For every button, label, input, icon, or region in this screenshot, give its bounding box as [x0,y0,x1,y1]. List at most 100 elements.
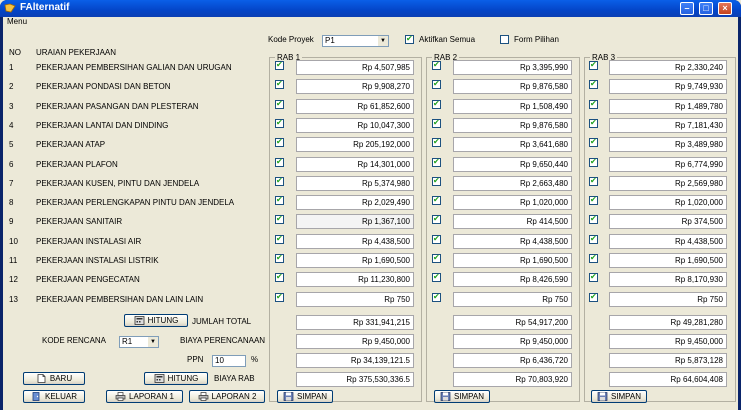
rab-1-item-value[interactable]: Rp 9,908,270 [296,79,414,94]
rab-2-item-checkbox[interactable] [432,60,441,70]
maximize-button[interactable]: □ [699,2,713,15]
rab-2-item-checkbox[interactable] [432,292,441,302]
rab-2-item-value[interactable]: Rp 1,020,000 [453,195,572,210]
kode-rencana-dropdown[interactable]: R1 ▼ [119,336,159,348]
rab-2-item-value[interactable]: Rp 9,876,580 [453,118,572,133]
form-pilihan-checkbox[interactable] [500,35,509,44]
rab-1-ppn-field[interactable]: Rp 34,139,121.5 [296,353,414,368]
rab-3-item-checkbox[interactable] [589,234,598,244]
rab-2-simpan-button[interactable]: SIMPAN [434,390,490,403]
rab-1-item-checkbox[interactable] [275,137,284,147]
rab-1-item-checkbox[interactable] [275,157,284,167]
menu-item-menu[interactable]: Menu [7,17,27,26]
rab-3-item-checkbox[interactable] [589,272,598,282]
rab-3-item-value[interactable]: Rp 2,569,980 [609,176,727,191]
rab-2-item-checkbox[interactable] [432,253,441,263]
rab-2-item-value[interactable]: Rp 1,690,500 [453,253,572,268]
rab-2-item-value[interactable]: Rp 9,876,580 [453,79,572,94]
rab-3-item-checkbox[interactable] [589,60,598,70]
rab-3-item-value[interactable]: Rp 7,181,430 [609,118,727,133]
rab-3-item-value[interactable]: Rp 3,489,980 [609,137,727,152]
rab-3-item-checkbox[interactable] [589,176,598,186]
rab-2-item-checkbox[interactable] [432,176,441,186]
keluar-button[interactable]: KELUAR [23,390,85,403]
rab-1-item-value[interactable]: Rp 4,507,985 [296,60,414,75]
rab-1-item-checkbox[interactable] [275,60,284,70]
rab-1-item-checkbox[interactable] [275,234,284,244]
rab-3-item-checkbox[interactable] [589,79,598,89]
rab-1-item-value[interactable]: Rp 4,438,500 [296,234,414,249]
rab-1-item-value[interactable]: Rp 750 [296,292,414,307]
rab-1-biaya-rab-field[interactable]: Rp 375,530,336.5 [296,372,414,387]
rab-3-item-value[interactable]: Rp 8,170,930 [609,272,727,287]
rab-1-simpan-button[interactable]: SIMPAN [277,390,333,403]
aktifkan-semua-checkbox[interactable] [405,34,414,44]
rab-2-item-value[interactable]: Rp 4,438,500 [453,234,572,249]
rab-1-item-checkbox[interactable] [275,214,284,224]
rab-1-item-value[interactable]: Rp 10,047,300 [296,118,414,133]
rab-2-biaya-perencanaan-field[interactable]: Rp 9,450,000 [453,334,572,349]
rab-2-item-value[interactable]: Rp 3,641,680 [453,137,572,152]
rab-2-item-checkbox[interactable] [432,79,441,89]
rab-1-item-value[interactable]: Rp 1,367,100 [296,214,414,229]
rab-1-item-checkbox[interactable] [275,99,284,109]
rab-3-item-value[interactable]: Rp 1,020,000 [609,195,727,210]
rab-2-item-value[interactable]: Rp 1,508,490 [453,99,572,114]
rab-3-item-value[interactable]: Rp 750 [609,292,727,307]
rab-1-biaya-perencanaan-field[interactable]: Rp 9,450,000 [296,334,414,349]
rab-3-item-value[interactable]: Rp 2,330,240 [609,60,727,75]
rab-1-item-value[interactable]: Rp 2,029,490 [296,195,414,210]
rab-3-ppn-field[interactable]: Rp 5,873,128 [609,353,727,368]
rab-3-item-checkbox[interactable] [589,137,598,147]
ppn-input[interactable]: 10 [212,355,246,367]
rab-1-item-checkbox[interactable] [275,253,284,263]
rab-2-item-value[interactable]: Rp 3,395,990 [453,60,572,75]
rab-1-item-value[interactable]: Rp 205,192,000 [296,137,414,152]
rab-2-item-value[interactable]: Rp 2,663,480 [453,176,572,191]
close-button[interactable]: × [718,2,732,15]
rab-3-simpan-button[interactable]: SIMPAN [591,390,647,403]
rab-1-item-checkbox[interactable] [275,79,284,89]
rab-1-item-checkbox[interactable] [275,118,284,128]
rab-1-item-value[interactable]: Rp 11,230,800 [296,272,414,287]
rab-1-item-checkbox[interactable] [275,292,284,302]
minimize-button[interactable]: – [680,2,694,15]
rab-2-item-checkbox[interactable] [432,118,441,128]
rab-2-item-value[interactable]: Rp 750 [453,292,572,307]
rab-1-item-value[interactable]: Rp 14,301,000 [296,157,414,172]
rab-3-item-checkbox[interactable] [589,195,598,205]
rab-1-item-checkbox[interactable] [275,176,284,186]
rab-2-jumlah-total-field[interactable]: Rp 54,917,200 [453,315,572,330]
rab-2-item-value[interactable]: Rp 8,426,590 [453,272,572,287]
laporan-2-button[interactable]: LAPORAN 2 [189,390,265,403]
kode-proyek-dropdown[interactable]: P1 ▼ [322,35,389,47]
rab-2-item-checkbox[interactable] [432,137,441,147]
rab-3-item-checkbox[interactable] [589,292,598,302]
rab-2-item-checkbox[interactable] [432,99,441,109]
hitung-total-button[interactable]: HITUNG [124,314,188,327]
baru-button[interactable]: BARU [23,372,85,385]
rab-3-jumlah-total-field[interactable]: Rp 49,281,280 [609,315,727,330]
rab-3-item-value[interactable]: Rp 4,438,500 [609,234,727,249]
rab-2-item-checkbox[interactable] [432,272,441,282]
rab-1-item-value[interactable]: Rp 1,690,500 [296,253,414,268]
rab-2-item-checkbox[interactable] [432,234,441,244]
rab-2-ppn-field[interactable]: Rp 6,436,720 [453,353,572,368]
rab-1-item-checkbox[interactable] [275,272,284,282]
rab-2-item-checkbox[interactable] [432,214,441,224]
rab-3-biaya-rab-field[interactable]: Rp 64,604,408 [609,372,727,387]
title-bar[interactable]: FAlternatif – □ × [0,0,741,17]
rab-3-item-value[interactable]: Rp 1,690,500 [609,253,727,268]
rab-2-item-value[interactable]: Rp 9,650,440 [453,157,572,172]
rab-3-item-checkbox[interactable] [589,214,598,224]
rab-2-item-value[interactable]: Rp 414,500 [453,214,572,229]
rab-3-item-value[interactable]: Rp 374,500 [609,214,727,229]
rab-3-item-checkbox[interactable] [589,118,598,128]
rab-1-item-checkbox[interactable] [275,195,284,205]
rab-3-item-checkbox[interactable] [589,99,598,109]
rab-3-item-checkbox[interactable] [589,253,598,263]
hitung-rab-button[interactable]: HITUNG [144,372,208,385]
rab-1-item-value[interactable]: Rp 61,852,600 [296,99,414,114]
laporan-1-button[interactable]: LAPORAN 1 [106,390,183,403]
rab-2-item-checkbox[interactable] [432,195,441,205]
